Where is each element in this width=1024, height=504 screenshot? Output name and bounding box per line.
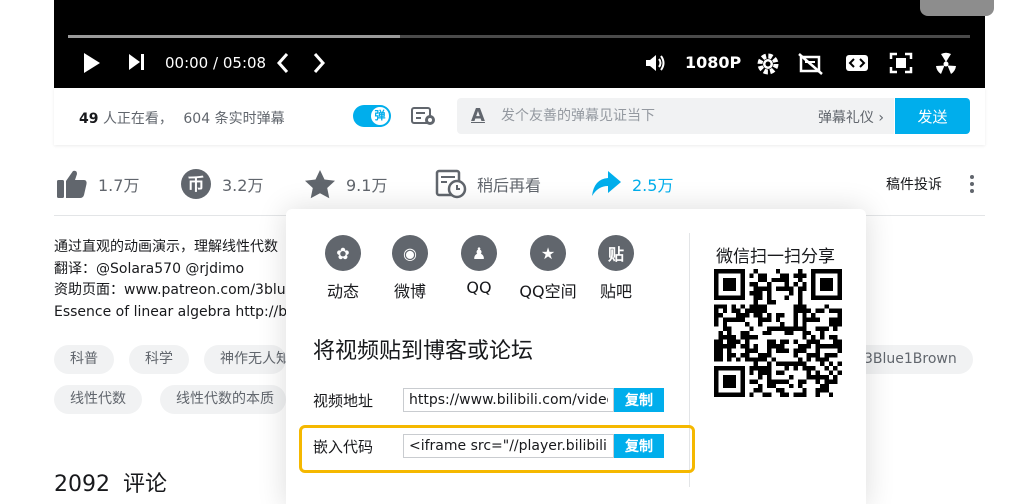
platform-label: 动态 <box>326 282 359 301</box>
coin-button[interactable]: 币 3.2万 <box>180 164 263 204</box>
chevron-left-icon[interactable] <box>276 52 290 74</box>
watch-later-label: 稍后再看 <box>477 176 542 195</box>
video-page: { "player": { "time_current": "00:00", "… <box>0 0 1024 504</box>
danmaku-input-wrap: A 弹幕礼仪 › <box>457 98 894 134</box>
send-danmaku-button[interactable]: 发送 <box>895 98 970 134</box>
svg-text:币: 币 <box>188 175 205 195</box>
progress-bar[interactable] <box>68 35 970 38</box>
coin-count: 3.2万 <box>222 176 264 195</box>
share-count: 2.5万 <box>632 176 674 195</box>
text-style-icon[interactable]: A <box>471 105 485 126</box>
time-current: 00:00 <box>165 54 209 72</box>
platform-label: QQ空间 <box>519 282 577 301</box>
like-count: 1.7万 <box>98 176 140 195</box>
radiation-icon[interactable] <box>934 52 958 76</box>
action-row: 1.7万 币 3.2万 9.1万 稍后再看 2.5万 稿件投诉 <box>54 164 985 204</box>
danmaku-input[interactable] <box>501 98 791 134</box>
share-button[interactable]: 2.5万 <box>590 164 673 204</box>
platform-label: QQ <box>466 278 492 297</box>
tag-item[interactable]: 3Blue1Brown <box>848 345 973 374</box>
danmaku-toggle[interactable]: 弹 <box>353 105 391 127</box>
tieba-icon: 贴 <box>598 235 634 271</box>
next-icon[interactable] <box>128 52 146 72</box>
qq-icon: ♟ <box>461 235 497 271</box>
tag-item[interactable]: 神作无人知 <box>204 345 286 374</box>
tag-item[interactable]: 科学 <box>129 345 189 374</box>
description-line: Essence of linear algebra http://bit. <box>54 303 286 320</box>
play-icon[interactable] <box>82 52 102 74</box>
video-url-label: 视频地址 <box>313 392 374 410</box>
chevron-right-icon[interactable] <box>312 52 326 74</box>
share-platform-tieba[interactable]: 贴 贴吧 <box>584 235 648 302</box>
video-description: 通过直观的动画演示，理解线性代数 翻译：@Solara570 @rjdimo 资… <box>54 237 286 323</box>
favorite-button[interactable]: 9.1万 <box>304 164 387 204</box>
copy-url-button[interactable]: 复制 <box>614 388 664 412</box>
qr-code <box>714 269 842 401</box>
fullscreen-icon[interactable] <box>889 52 913 74</box>
description-line: 翻译：@Solara570 @rjdimo <box>54 260 245 277</box>
quality-selector[interactable]: 1080P <box>685 53 741 72</box>
favorite-count: 9.1万 <box>346 176 388 195</box>
player-overlay-shape <box>920 0 994 16</box>
time-total: 05:08 <box>222 54 267 72</box>
danmaku-off-icon[interactable] <box>798 52 824 76</box>
dynamic-icon: ✿ <box>325 235 361 271</box>
coin-icon: 币 <box>180 168 212 200</box>
description-line: 资助页面：www.patreon.com/3blue <box>54 282 286 299</box>
qr-title: 微信扫一扫分享 <box>716 247 835 267</box>
watch-later-button[interactable]: 稍后再看 <box>435 164 541 204</box>
video-player[interactable]: 00:00 / 05:08 1080P <box>54 0 994 88</box>
more-options-icon[interactable] <box>968 173 976 199</box>
share-platform-weibo[interactable]: ◉ 微博 <box>378 235 442 302</box>
volume-icon[interactable] <box>644 52 666 74</box>
tag-item[interactable]: 线性代数的本质 <box>160 385 286 414</box>
danmaku-etiquette-link[interactable]: 弹幕礼仪 › <box>818 107 884 127</box>
tag-item[interactable]: 线性代数 <box>54 385 142 414</box>
comment-count: 2092 <box>54 472 110 497</box>
share-platform-qq[interactable]: ♟ QQ <box>447 235 511 297</box>
video-url-field[interactable] <box>403 388 614 412</box>
share-platform-dynamic[interactable]: ✿ 动态 <box>311 235 375 302</box>
tag-item[interactable]: 科普 <box>54 345 114 374</box>
star-icon <box>304 169 336 199</box>
description-line: 通过直观的动画演示，理解线性代数 <box>54 239 278 255</box>
viewer-info: 49 人正在看， 604 条实时弹幕 <box>79 108 285 128</box>
comment-label: 评论 <box>123 472 168 497</box>
settings-icon[interactable] <box>756 52 780 76</box>
comments-header: 2092 评论 <box>54 466 167 498</box>
danmaku-toggle-label: 弹 <box>371 107 389 125</box>
danmaku-text: 条实时弹幕 <box>214 111 285 127</box>
thumbs-up-icon <box>56 169 88 199</box>
share-platform-qzone[interactable]: ★ QQ空间 <box>516 235 580 302</box>
danmaku-count: 604 <box>183 111 211 127</box>
platform-label: 贴吧 <box>599 282 632 301</box>
platform-label: 微博 <box>393 282 426 301</box>
watch-later-icon <box>435 169 467 199</box>
viewers-count: 49 <box>79 111 99 127</box>
danmaku-bar: 49 人正在看， 604 条实时弹幕 弹 A 弹幕礼仪 › 发送 <box>54 88 985 145</box>
viewers-text: 人正在看， <box>102 111 173 127</box>
report-link[interactable]: 稿件投诉 <box>886 174 942 194</box>
embed-section-title: 将视频贴到博客或论坛 <box>313 339 534 364</box>
progress-buffered <box>68 35 400 38</box>
danmaku-settings-icon[interactable] <box>410 105 438 131</box>
picture-in-picture-icon[interactable] <box>844 52 870 74</box>
time-display: 00:00 / 05:08 <box>165 54 266 72</box>
qzone-icon: ★ <box>530 235 566 271</box>
weibo-icon: ◉ <box>392 235 428 271</box>
like-button[interactable]: 1.7万 <box>56 164 139 204</box>
time-separator: / <box>213 54 219 72</box>
share-arrow-icon <box>590 169 622 199</box>
embed-highlight-box <box>299 425 695 473</box>
